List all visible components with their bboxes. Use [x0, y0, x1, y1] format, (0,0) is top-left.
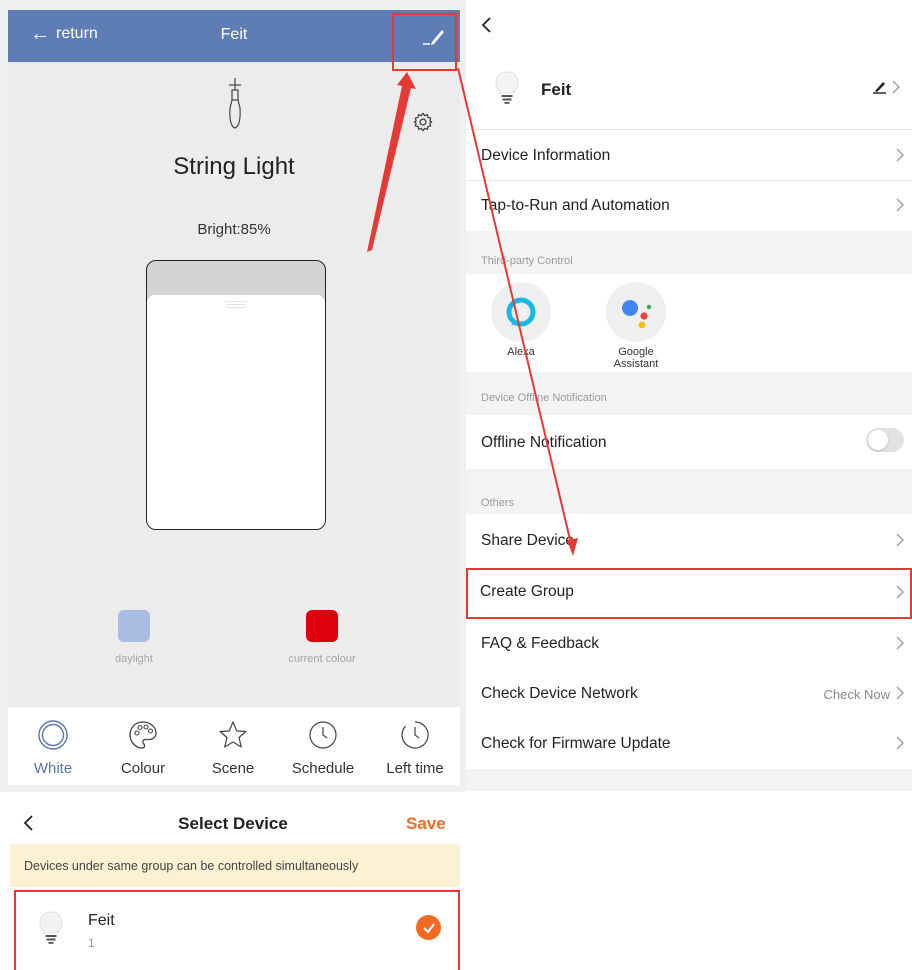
firmware-update-row[interactable]: Check for Firmware Update	[466, 719, 912, 769]
settings-device-name: Feit	[541, 80, 572, 99]
tab-scene[interactable]: Scene	[188, 707, 278, 785]
daylight-label: daylight	[115, 653, 153, 665]
divider	[466, 129, 912, 130]
chevron-right-icon	[896, 585, 904, 599]
bottom-spacer	[466, 769, 912, 791]
slider-handle[interactable]	[226, 301, 246, 309]
control-body: String Light Bright:85% daylight current…	[8, 62, 460, 707]
clock-icon	[309, 721, 337, 749]
others-section-header: Others	[466, 469, 912, 514]
row-label: FAQ & Feedback	[481, 635, 600, 652]
faq-feedback-row[interactable]: FAQ & Feedback	[466, 619, 912, 669]
bulb-icon	[39, 911, 63, 944]
chevron-right-icon	[896, 736, 904, 750]
string-light-icon	[229, 78, 241, 129]
create-group-row[interactable]: Create Group	[466, 568, 912, 619]
device-control-screen: ← return Feit String Light Bright:85% da…	[0, 0, 466, 792]
google-label-line1: Google	[618, 346, 654, 358]
pencil-icon	[873, 82, 886, 94]
device-item-name: Feit	[88, 912, 115, 929]
tab-scene-label: Scene	[211, 760, 255, 777]
tab-colour[interactable]: Colour	[98, 707, 188, 785]
tab-schedule-label: Schedule	[291, 760, 355, 777]
daylight-color-chip	[118, 610, 150, 642]
chevron-right-icon	[896, 533, 904, 547]
header-title: Feit	[220, 26, 248, 43]
row-label: Check Device Network	[481, 685, 638, 702]
check-now-link[interactable]: Check Now	[824, 687, 890, 702]
back-chevron-icon[interactable]	[480, 16, 494, 34]
current-colour-chip	[306, 610, 338, 642]
alexa-icon	[491, 282, 551, 342]
group-notice: Devices under same group can be controll…	[10, 844, 460, 887]
device-information-row[interactable]: Device Information	[466, 131, 912, 181]
tab-white-label: White	[33, 760, 73, 777]
save-button[interactable]: Save	[406, 814, 446, 834]
offline-notification-row: Offline Notification	[466, 416, 912, 469]
brightness-slider[interactable]	[146, 260, 326, 530]
tap-to-run-row[interactable]: Tap-to-Run and Automation	[466, 181, 912, 231]
tab-white[interactable]: White	[8, 707, 98, 785]
google-assistant-label: Google Assistant	[603, 346, 669, 370]
rename-button[interactable]	[872, 80, 900, 94]
row-label: Tap-to-Run and Automation	[481, 197, 670, 214]
section-label: Others	[481, 497, 515, 509]
tab-left-time[interactable]: Left time	[370, 707, 460, 785]
palette-icon	[129, 721, 157, 749]
select-device-title: Select Device	[178, 814, 288, 833]
device-item-count: 1	[88, 936, 95, 950]
share-device-row[interactable]: Share Device	[466, 516, 912, 566]
row-label: Device Information	[481, 147, 611, 164]
gear-icon[interactable]	[412, 111, 434, 133]
device-name-row[interactable]: Feit	[466, 40, 912, 130]
edit-icon[interactable]	[418, 22, 448, 50]
offline-section-header: Device Offline Notification	[466, 372, 912, 415]
app-header: ← return Feit	[8, 10, 460, 62]
google-assistant-icon	[606, 282, 666, 342]
device-name: String Light	[173, 153, 295, 180]
row-label: Share Device	[481, 532, 575, 549]
row-label: Check for Firmware Update	[481, 735, 671, 752]
select-device-screen: Select Device Save Devices under same gr…	[0, 792, 466, 970]
google-label-line2: Assistant	[613, 358, 659, 370]
star-icon	[219, 721, 247, 748]
timer-icon	[401, 721, 429, 749]
toggle-knob	[868, 430, 888, 450]
section-label: Device Offline Notification	[481, 392, 607, 404]
third-party-section-header: Third-party Control	[466, 231, 912, 274]
daylight-swatch[interactable]: daylight	[74, 610, 194, 665]
tab-colour-label: Colour	[120, 760, 166, 777]
device-settings-screen: Feit Device Information Tap-to-Run and A…	[466, 0, 912, 970]
alexa-label: Alexa	[507, 346, 535, 358]
section-label: Third-party Control	[481, 255, 573, 267]
slider-fill	[147, 295, 325, 529]
chevron-right-icon	[896, 686, 904, 700]
alexa-button[interactable]: Alexa	[490, 282, 552, 358]
chevron-right-icon	[896, 198, 904, 212]
circle-icon	[38, 720, 68, 750]
device-list-item[interactable]: Feit 1	[14, 890, 460, 970]
check-network-row[interactable]: Check Device Network Check Now	[466, 669, 912, 719]
current-colour-swatch[interactable]: current colour	[262, 610, 382, 665]
brightness-readout: Bright:85%	[197, 221, 271, 238]
chevron-right-icon	[892, 80, 900, 94]
tab-schedule[interactable]: Schedule	[278, 707, 368, 785]
google-assistant-button[interactable]: Google Assistant	[603, 282, 669, 370]
chevron-right-icon	[896, 636, 904, 650]
current-colour-label: current colour	[288, 653, 356, 665]
chevron-right-icon	[896, 148, 904, 162]
bulb-icon	[495, 71, 519, 104]
tab-left-time-label: Left time	[386, 760, 444, 777]
selected-check-icon[interactable]	[416, 915, 441, 940]
mode-tab-bar: White Colour Scene Schedule Left time	[8, 707, 460, 785]
row-label: Create Group	[480, 583, 574, 600]
offline-notification-toggle[interactable]	[866, 428, 904, 452]
row-label: Offline Notification	[481, 434, 607, 451]
